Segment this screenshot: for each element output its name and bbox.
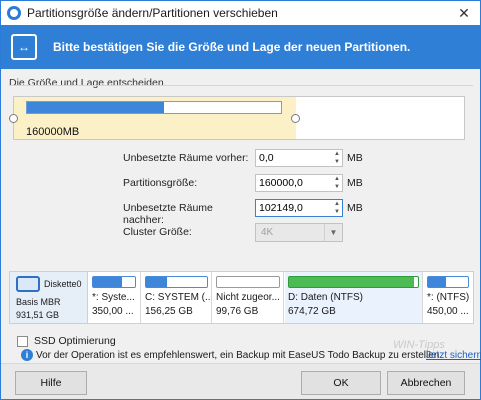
backup-now-link[interactable]: Jetzt sichern — [426, 350, 481, 361]
partition-usage-bar — [26, 101, 282, 114]
partition-size: 450,00 ... — [427, 306, 469, 317]
left-resize-handle[interactable] — [9, 114, 18, 123]
unit-label: MB — [347, 202, 363, 214]
partition-usage-fill — [289, 277, 415, 287]
partition-size-label: 160000MB — [26, 126, 80, 138]
help-button[interactable]: Hilfe — [15, 371, 87, 395]
disk-info[interactable]: Diskette0 Basis MBR 931,51 GB — [10, 272, 88, 323]
group-label: Die Größe und Lage entscheiden — [9, 77, 164, 89]
disk-icon — [16, 276, 40, 292]
cluster-size-value: 4K — [261, 227, 274, 238]
backup-hint: i Vor der Operation ist es empfehlenswer… — [21, 349, 481, 363]
info-icon: i — [21, 349, 33, 361]
title-bar: Partitionsgröße ändern/Partitionen versc… — [1, 1, 480, 25]
spin-down-icon[interactable]: ▼ — [332, 158, 342, 166]
resize-move-dialog: Partitionsgröße ändern/Partitionen versc… — [0, 0, 481, 400]
disk-name: Diskette0 — [44, 279, 82, 289]
spin-down-icon[interactable]: ▼ — [332, 183, 342, 191]
spin-arrows[interactable]: ▲ ▼ — [332, 200, 342, 216]
cluster-size-label: Cluster Größe: — [123, 226, 192, 238]
spin-arrows[interactable]: ▲ ▼ — [332, 150, 342, 166]
partition-editor[interactable]: 160000MB — [9, 96, 465, 140]
partition-usage-bar — [216, 276, 280, 288]
disk-map: Diskette0 Basis MBR 931,51 GB *: Syste..… — [9, 271, 474, 324]
ok-button[interactable]: OK — [301, 371, 381, 395]
app-icon — [7, 6, 21, 20]
partition-usage-bar — [427, 276, 469, 288]
partition-label: *: (NTFS) — [427, 292, 470, 303]
partition-usage-fill — [146, 277, 168, 287]
button-bar: Hilfe OK Abbrechen — [1, 363, 480, 399]
selected-partition-block[interactable]: 160000MB — [9, 97, 300, 139]
cluster-size-select[interactable]: 4K ▼ — [255, 223, 343, 242]
partition-system-reserved[interactable]: *: Syste... 350,00 ... — [89, 272, 141, 323]
partition-usage-fill — [27, 102, 165, 113]
unit-label: MB — [347, 152, 363, 164]
partition-size-field-label: Partitionsgröße: — [123, 177, 198, 189]
chevron-down-icon[interactable]: ▼ — [324, 224, 342, 241]
unallocated-before-label: Unbesetzte Räume vorher: — [123, 152, 249, 164]
header-banner: ↔ Bitte bestätigen Sie die Größe und Lag… — [1, 25, 480, 69]
disk-capacity: 931,51 GB — [16, 310, 60, 320]
spin-arrows[interactable]: ▲ ▼ — [332, 175, 342, 191]
partition-size: 674,72 GB — [288, 306, 336, 317]
close-button[interactable]: ✕ — [452, 3, 476, 23]
partition-usage-bar — [288, 276, 419, 288]
ssd-optimization-checkbox[interactable] — [17, 336, 28, 347]
spin-up-icon[interactable]: ▲ — [332, 150, 342, 158]
partition-usage-fill — [428, 277, 446, 287]
partition-usage-fill — [93, 277, 123, 287]
unallocated-before-input[interactable] — [256, 150, 332, 166]
cancel-button[interactable]: Abbrechen — [387, 371, 465, 395]
partition-usage-bar — [145, 276, 208, 288]
partition-d-daten[interactable]: D: Daten (NTFS) 674,72 GB — [285, 272, 423, 323]
unallocated-after-input[interactable] — [256, 200, 332, 216]
unit-label: MB — [347, 177, 363, 189]
partition-size: 156,25 GB — [145, 306, 193, 317]
spin-up-icon[interactable]: ▲ — [332, 200, 342, 208]
spin-down-icon[interactable]: ▼ — [332, 208, 342, 216]
unallocated-after-label: Unbesetzte Räume nachher: — [123, 202, 213, 226]
partition-size: 99,76 GB — [216, 306, 259, 317]
partition-label: C: SYSTEM (... — [145, 292, 211, 303]
partition-size-field[interactable]: ▲▼ — [255, 174, 343, 192]
partition-label: *: Syste... — [92, 292, 135, 303]
partition-c-system[interactable]: C: SYSTEM (... 156,25 GB — [142, 272, 212, 323]
unallocated-after-field[interactable]: ▲▼ — [255, 199, 343, 217]
partition-usage-bar — [92, 276, 136, 288]
disk-type: Basis MBR — [16, 297, 61, 307]
spin-up-icon[interactable]: ▲ — [332, 175, 342, 183]
divider — [9, 85, 473, 86]
partition-ntfs[interactable]: *: (NTFS) 450,00 ... — [424, 272, 473, 323]
ssd-optimization-label: SSD Optimierung — [34, 335, 116, 347]
partition-size-input[interactable] — [256, 175, 332, 191]
partition-unallocated[interactable]: Nicht zugeor... 99,76 GB — [213, 272, 284, 323]
window-title: Partitionsgröße ändern/Partitionen versc… — [27, 6, 278, 20]
backup-hint-text: Vor der Operation ist es empfehlenswert,… — [36, 350, 443, 361]
unallocated-before-field[interactable]: ▲▼ — [255, 149, 343, 167]
partition-label: Nicht zugeor... — [216, 292, 280, 303]
partition-size: 350,00 ... — [92, 306, 134, 317]
banner-text: Bitte bestätigen Sie die Größe und Lage … — [53, 40, 411, 54]
right-resize-handle[interactable] — [291, 114, 300, 123]
resize-arrows-icon: ↔ — [11, 34, 37, 60]
partition-label: D: Daten (NTFS) — [288, 292, 364, 303]
